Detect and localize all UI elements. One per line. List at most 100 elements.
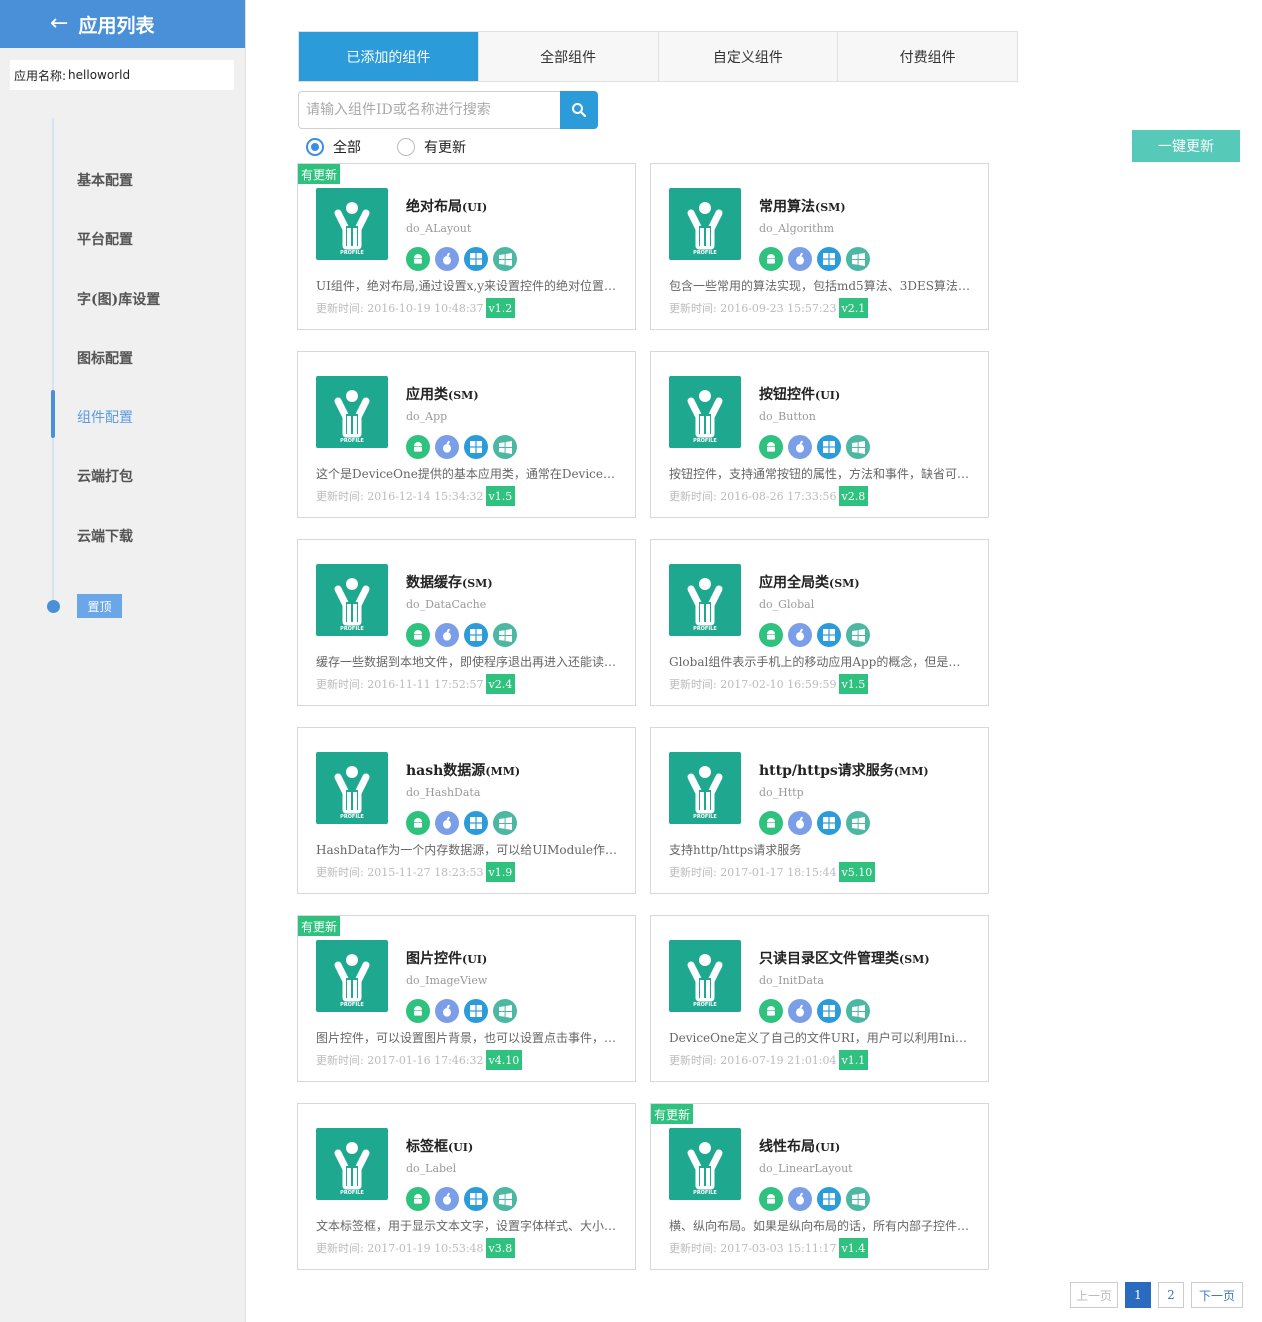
component-description: 横、纵向布局。如果是纵向布局的话，所有内部子控件都是从上到下排列 xyxy=(669,1219,971,1233)
component-title: 线性布局(UI) xyxy=(759,1136,840,1156)
component-card[interactable]: PROFILE 按钮控件(UI) do_Button 按钮控件，支持通常按钮的属性，方… xyxy=(650,351,989,518)
svg-text:PROFILE: PROFILE xyxy=(693,1002,717,1008)
component-card[interactable]: PROFILE 常用算法(SM) do_Algorithm 包含一些常用的算法实现，包… xyxy=(650,163,989,330)
component-logo: PROFILE xyxy=(316,752,388,824)
sidebar-nav-item[interactable]: 字(图)库设置 xyxy=(77,289,160,309)
component-name: 图片控件 xyxy=(406,951,462,967)
filter-radio-2[interactable]: 有更新 xyxy=(397,137,466,157)
android-icon xyxy=(406,623,430,647)
android-icon xyxy=(406,247,430,271)
apple-icon xyxy=(788,999,812,1023)
version-badge: v1.4 xyxy=(838,1238,869,1258)
windows-phone-icon xyxy=(493,435,517,459)
component-card[interactable]: 有更新 PROFILE 线性布局(UI) do_LinearLayout 横、纵向布局。… xyxy=(650,1103,989,1270)
sidebar-nav-item[interactable]: 云端打包 xyxy=(77,466,133,486)
component-card[interactable]: PROFILE 只读目录区文件管理类(SM) do_InitData DeviceOn… xyxy=(650,915,989,1082)
update-time-value: 2017-01-19 10:53:48 xyxy=(367,1241,484,1255)
search-input[interactable] xyxy=(298,91,560,129)
component-card[interactable]: PROFILE hash数据源(MM) do_HashData HashData作为一… xyxy=(297,727,636,894)
sidebar-nav-item[interactable]: 基本配置 xyxy=(77,170,133,190)
component-title: 只读目录区文件管理类(SM) xyxy=(759,948,930,968)
sidebar-nav-item[interactable]: 云端下载 xyxy=(77,526,133,546)
sidebar-nav-item[interactable]: 平台配置 xyxy=(77,229,133,249)
component-name: http/https请求服务 xyxy=(759,763,894,779)
radio-circle-icon xyxy=(306,138,324,156)
prev-page-button[interactable]: 上一页 xyxy=(1070,1282,1118,1308)
component-card[interactable]: PROFILE 标签框(UI) do_Label 文本标签框，用于显示文本文字，设置字… xyxy=(297,1103,636,1270)
component-description: DeviceOne定义了自己的文件URI，用户可以利用InitData来管理只读… xyxy=(669,1031,971,1045)
component-type: (UI) xyxy=(462,201,488,214)
component-tabs: 已添加的组件 全部组件 自定义组件 付费组件 xyxy=(298,31,1018,82)
windows-phone-icon xyxy=(846,811,870,835)
component-card[interactable]: PROFILE 应用全局类(SM) do_Global Global组件表示手机上的移… xyxy=(650,539,989,706)
component-title: http/https请求服务(MM) xyxy=(759,760,929,780)
update-time: 更新时间: 2016-11-11 17:52:57 v2.4 xyxy=(316,674,516,694)
component-card[interactable]: 有更新 PROFILE 图片控件(UI) do_ImageView 图片控件，可以设置图… xyxy=(297,915,636,1082)
update-time-label: 更新时间: xyxy=(669,1242,717,1255)
nav-timeline xyxy=(52,118,54,608)
windows-phone-icon xyxy=(846,247,870,271)
platform-icons xyxy=(406,1187,522,1211)
version-badge: v4.10 xyxy=(485,1050,523,1070)
component-card[interactable]: PROFILE 应用类(SM) do_App 这个是DeviceOne提供的基本应用类… xyxy=(297,351,636,518)
platform-icons xyxy=(406,811,522,835)
apple-icon xyxy=(788,247,812,271)
back-to-top-button[interactable]: 置顶 xyxy=(77,594,122,618)
component-card[interactable]: 有更新 PROFILE 绝对布局(UI) do_ALayout UI组件，绝对布局,通过… xyxy=(297,163,636,330)
update-time-label: 更新时间: xyxy=(669,1054,717,1067)
component-id: do_ALayout xyxy=(406,222,472,235)
android-icon xyxy=(759,247,783,271)
component-name: 应用全局类 xyxy=(759,575,829,591)
component-name: hash数据源 xyxy=(406,763,486,779)
component-logo: PROFILE xyxy=(669,1128,741,1200)
svg-text:PROFILE: PROFILE xyxy=(693,1190,717,1196)
update-time-value: 2015-11-27 18:23:53 xyxy=(367,865,484,879)
component-logo: PROFILE xyxy=(316,940,388,1012)
version-badge: v1.9 xyxy=(485,862,516,882)
filter-radio-1[interactable]: 全部 xyxy=(306,137,361,157)
page-2-button[interactable]: 2 xyxy=(1158,1282,1184,1308)
android-icon xyxy=(759,811,783,835)
component-name: 绝对布局 xyxy=(406,199,462,215)
component-name: 常用算法 xyxy=(759,199,815,215)
component-type: (MM) xyxy=(485,765,521,778)
update-time-label: 更新时间: xyxy=(669,866,717,879)
update-time-value: 2016-09-23 15:57:23 xyxy=(720,301,837,315)
back-title: 应用列表 xyxy=(78,14,155,37)
page-1-button[interactable]: 1 xyxy=(1125,1282,1151,1308)
profile-logo-icon: PROFILE xyxy=(687,1142,723,1196)
svg-text:PROFILE: PROFILE xyxy=(340,626,364,632)
svg-text:PROFILE: PROFILE xyxy=(340,814,364,820)
tab-4[interactable]: 付费组件 xyxy=(838,32,1017,81)
tab-3[interactable]: 自定义组件 xyxy=(659,32,839,81)
windows-phone-icon xyxy=(493,1187,517,1211)
component-type: (UI) xyxy=(448,1141,474,1154)
windows-phone-icon xyxy=(493,623,517,647)
component-description: 这个是DeviceOne提供的基本应用类，通常在DeviceOne应用启动后会执… xyxy=(316,467,618,481)
component-title: 应用类(SM) xyxy=(406,384,479,404)
profile-logo-icon: PROFILE xyxy=(334,390,370,444)
version-badge: v1.2 xyxy=(485,298,516,318)
filter-radio-label: 有更新 xyxy=(424,140,466,156)
update-time-value: 2016-07-19 21:01:04 xyxy=(720,1053,837,1067)
sidebar-nav-item[interactable]: 图标配置 xyxy=(77,348,133,368)
tab-1[interactable]: 已添加的组件 xyxy=(299,32,479,81)
update-all-button[interactable]: 一键更新 xyxy=(1132,130,1240,162)
timeline-dot xyxy=(47,600,60,613)
component-id: do_App xyxy=(406,410,448,423)
component-card[interactable]: PROFILE http/https请求服务(MM) do_Http 支持http/h… xyxy=(650,727,989,894)
sidebar-nav-item[interactable]: 组件配置 xyxy=(77,407,133,427)
component-title: 数据缓存(SM) xyxy=(406,572,493,592)
component-id: do_DataCache xyxy=(406,598,487,611)
back-to-app-list[interactable]: ← 应用列表 xyxy=(0,0,245,48)
component-description: 文本标签框，用于显示文本文字，设置字体样式、大小、颜色等属性 xyxy=(316,1219,618,1233)
component-logo: PROFILE xyxy=(316,564,388,636)
component-card[interactable]: PROFILE 数据缓存(SM) do_DataCache 缓存一些数据到本地文件，即… xyxy=(297,539,636,706)
component-title: 按钮控件(UI) xyxy=(759,384,840,404)
windows-phone-icon xyxy=(846,623,870,647)
next-page-button[interactable]: 下一页 xyxy=(1191,1282,1243,1308)
windows-icon xyxy=(464,999,488,1023)
version-badge: v1.5 xyxy=(838,674,869,694)
search-button[interactable] xyxy=(560,91,598,129)
tab-2[interactable]: 全部组件 xyxy=(479,32,659,81)
